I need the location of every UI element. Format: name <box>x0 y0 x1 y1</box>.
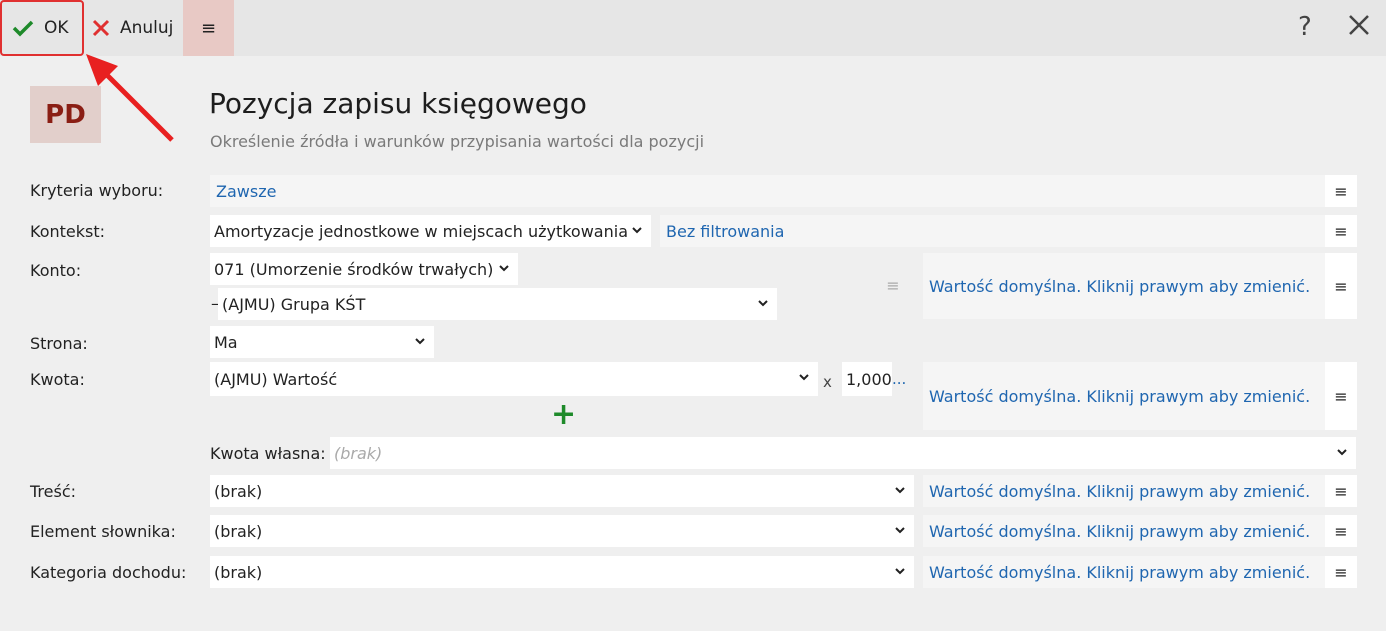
konto-menu-button[interactable]: ≡ <box>1325 253 1357 319</box>
kategoria-default-field[interactable]: Wartość domyślna. Kliknij prawym aby zmi… <box>923 556 1325 588</box>
kwota-select[interactable]: (AJMU) Wartość <box>210 362 818 396</box>
kontekst-menu-button[interactable]: ≡ <box>1325 215 1357 247</box>
tresc-select[interactable]: (brak) <box>210 475 914 507</box>
strona-select[interactable]: Ma <box>210 326 434 358</box>
kategoria-value: (brak) <box>214 562 263 582</box>
strona-label: Strona: <box>30 334 88 353</box>
chevron-down-icon <box>895 487 905 494</box>
konto-default-text: Wartość domyślna. Kliknij prawym aby zmi… <box>929 276 1311 296</box>
tresc-menu-button[interactable]: ≡ <box>1325 475 1357 507</box>
kwota-value: (AJMU) Wartość <box>214 369 338 389</box>
multiplier-more-button[interactable]: ... <box>892 370 906 388</box>
tresc-default-field[interactable]: Wartość domyślna. Kliknij prawym aby zmi… <box>923 475 1325 507</box>
add-icon[interactable]: + <box>551 400 576 430</box>
multiplier-x-label: x <box>823 373 832 391</box>
help-icon[interactable]: ? <box>1298 12 1312 42</box>
chevron-down-icon <box>632 227 642 234</box>
element-default-text: Wartość domyślna. Kliknij prawym aby zmi… <box>929 521 1311 541</box>
kontekst-value: Amortyzacje jednostkowe w miejscach użyt… <box>214 221 628 241</box>
chevron-down-icon <box>758 300 768 307</box>
kategoria-select[interactable]: (brak) <box>210 556 914 588</box>
strona-value: Ma <box>214 332 238 352</box>
chevron-down-icon <box>895 568 905 575</box>
kontekst-select[interactable]: Amortyzacje jednostkowe w miejscach użyt… <box>210 215 651 247</box>
kwota-default-field[interactable]: Wartość domyślna. Kliknij prawym aby zmi… <box>923 362 1325 430</box>
kwota-label: Kwota: <box>30 370 85 389</box>
konto-inner-menu-button[interactable]: ≡ <box>877 269 909 301</box>
kwota-wlasna-label: Kwota własna: <box>210 444 326 463</box>
kwota-wlasna-select[interactable]: (brak) <box>330 437 1356 469</box>
close-icon[interactable] <box>1348 14 1370 36</box>
chevron-down-icon <box>1337 449 1347 456</box>
tresc-label: Treść: <box>30 482 77 501</box>
tresc-default-text: Wartość domyślna. Kliknij prawym aby zmi… <box>929 481 1311 501</box>
kwota-wlasna-placeholder: (brak) <box>334 443 383 463</box>
konto-value: 071 (Umorzenie środków trwałych) <box>214 259 494 279</box>
element-menu-button[interactable]: ≡ <box>1325 515 1357 547</box>
element-select[interactable]: (brak) <box>210 515 914 547</box>
kwota-menu-button[interactable]: ≡ <box>1325 362 1357 430</box>
chevron-down-icon <box>499 265 509 272</box>
kategoria-menu-button[interactable]: ≡ <box>1325 556 1357 588</box>
kryteria-label: Kryteria wyboru: <box>30 181 164 200</box>
page-subtitle: Określenie źródła i warunków przypisania… <box>210 132 705 151</box>
kryteria-field[interactable]: Zawsze <box>210 175 1325 207</box>
kontekst-filter-value: Bez filtrowania <box>666 221 785 241</box>
kwota-default-text: Wartość domyślna. Kliknij prawym aby zmi… <box>929 386 1311 406</box>
tresc-value: (brak) <box>214 481 263 501</box>
chevron-down-icon <box>895 527 905 534</box>
kryteria-value: Zawsze <box>216 181 277 201</box>
konto-label: Konto: <box>30 261 82 280</box>
multiplier-input[interactable]: 1,000 <box>842 362 892 396</box>
element-label: Element słownika: <box>30 522 176 541</box>
page-title: Pozycja zapisu księgowego <box>209 87 587 120</box>
kontekst-filter-field[interactable]: Bez filtrowania <box>660 215 1325 247</box>
document-type-logo: PD <box>30 86 101 143</box>
element-default-field[interactable]: Wartość domyślna. Kliknij prawym aby zmi… <box>923 515 1325 547</box>
konto-sub-value: (AJMU) Grupa KŚT <box>222 294 366 314</box>
kategoria-default-text: Wartość domyślna. Kliknij prawym aby zmi… <box>929 562 1311 582</box>
konto-sub-select[interactable]: (AJMU) Grupa KŚT <box>218 288 777 320</box>
chevron-down-icon <box>415 338 425 345</box>
chevron-down-icon <box>799 374 809 381</box>
kontekst-label: Kontekst: <box>30 222 106 241</box>
konto-default-field[interactable]: Wartość domyślna. Kliknij prawym aby zmi… <box>923 253 1325 319</box>
kryteria-menu-button[interactable]: ≡ <box>1325 175 1357 207</box>
kategoria-label: Kategoria dochodu: <box>30 563 187 582</box>
element-value: (brak) <box>214 521 263 541</box>
konto-select[interactable]: 071 (Umorzenie środków trwałych) <box>210 253 518 285</box>
